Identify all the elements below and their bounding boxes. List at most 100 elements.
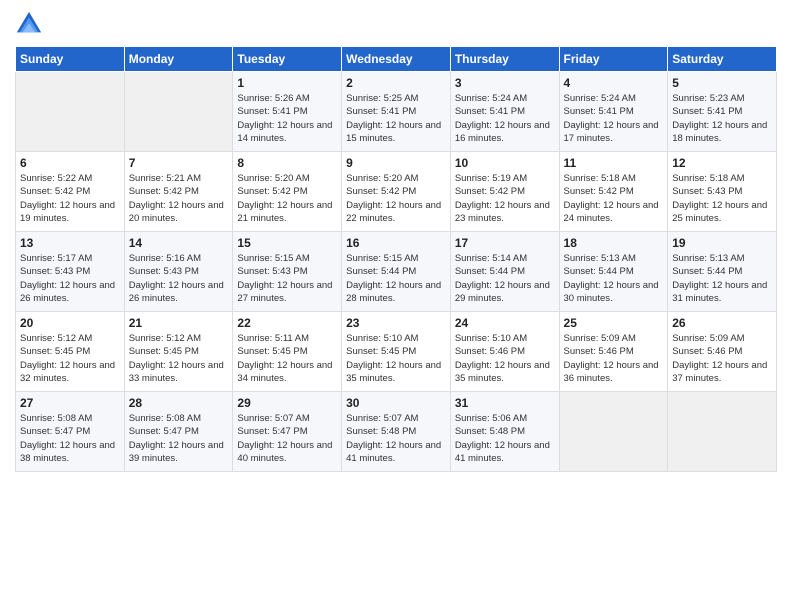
- calendar-cell: [559, 392, 668, 472]
- calendar-cell: [16, 72, 125, 152]
- day-number: 4: [564, 76, 664, 90]
- day-number: 8: [237, 156, 337, 170]
- day-number: 24: [455, 316, 555, 330]
- day-header: Sunday: [16, 47, 125, 72]
- day-info: Sunrise: 5:19 AMSunset: 5:42 PMDaylight:…: [455, 172, 555, 225]
- page-container: SundayMondayTuesdayWednesdayThursdayFrid…: [0, 0, 792, 482]
- calendar-cell: 26 Sunrise: 5:09 AMSunset: 5:46 PMDaylig…: [668, 312, 777, 392]
- day-info: Sunrise: 5:20 AMSunset: 5:42 PMDaylight:…: [346, 172, 446, 225]
- day-number: 28: [129, 396, 229, 410]
- day-number: 14: [129, 236, 229, 250]
- day-header: Thursday: [450, 47, 559, 72]
- day-info: Sunrise: 5:06 AMSunset: 5:48 PMDaylight:…: [455, 412, 555, 465]
- day-number: 22: [237, 316, 337, 330]
- day-info: Sunrise: 5:13 AMSunset: 5:44 PMDaylight:…: [564, 252, 664, 305]
- day-info: Sunrise: 5:09 AMSunset: 5:46 PMDaylight:…: [564, 332, 664, 385]
- calendar-cell: 29 Sunrise: 5:07 AMSunset: 5:47 PMDaylig…: [233, 392, 342, 472]
- calendar-cell: 21 Sunrise: 5:12 AMSunset: 5:45 PMDaylig…: [124, 312, 233, 392]
- day-info: Sunrise: 5:23 AMSunset: 5:41 PMDaylight:…: [672, 92, 772, 145]
- calendar-cell: 18 Sunrise: 5:13 AMSunset: 5:44 PMDaylig…: [559, 232, 668, 312]
- day-info: Sunrise: 5:24 AMSunset: 5:41 PMDaylight:…: [455, 92, 555, 145]
- calendar-cell: 27 Sunrise: 5:08 AMSunset: 5:47 PMDaylig…: [16, 392, 125, 472]
- day-number: 16: [346, 236, 446, 250]
- day-number: 1: [237, 76, 337, 90]
- day-number: 20: [20, 316, 120, 330]
- day-info: Sunrise: 5:08 AMSunset: 5:47 PMDaylight:…: [20, 412, 120, 465]
- calendar-cell: 24 Sunrise: 5:10 AMSunset: 5:46 PMDaylig…: [450, 312, 559, 392]
- day-info: Sunrise: 5:18 AMSunset: 5:43 PMDaylight:…: [672, 172, 772, 225]
- day-number: 18: [564, 236, 664, 250]
- day-number: 7: [129, 156, 229, 170]
- calendar-table: SundayMondayTuesdayWednesdayThursdayFrid…: [15, 46, 777, 472]
- day-number: 11: [564, 156, 664, 170]
- day-info: Sunrise: 5:13 AMSunset: 5:44 PMDaylight:…: [672, 252, 772, 305]
- day-info: Sunrise: 5:12 AMSunset: 5:45 PMDaylight:…: [20, 332, 120, 385]
- day-info: Sunrise: 5:14 AMSunset: 5:44 PMDaylight:…: [455, 252, 555, 305]
- day-info: Sunrise: 5:08 AMSunset: 5:47 PMDaylight:…: [129, 412, 229, 465]
- calendar-cell: 22 Sunrise: 5:11 AMSunset: 5:45 PMDaylig…: [233, 312, 342, 392]
- calendar-cell: 17 Sunrise: 5:14 AMSunset: 5:44 PMDaylig…: [450, 232, 559, 312]
- day-number: 19: [672, 236, 772, 250]
- calendar-cell: 25 Sunrise: 5:09 AMSunset: 5:46 PMDaylig…: [559, 312, 668, 392]
- day-info: Sunrise: 5:22 AMSunset: 5:42 PMDaylight:…: [20, 172, 120, 225]
- calendar-week: 13 Sunrise: 5:17 AMSunset: 5:43 PMDaylig…: [16, 232, 777, 312]
- day-info: Sunrise: 5:24 AMSunset: 5:41 PMDaylight:…: [564, 92, 664, 145]
- day-info: Sunrise: 5:11 AMSunset: 5:45 PMDaylight:…: [237, 332, 337, 385]
- day-info: Sunrise: 5:10 AMSunset: 5:46 PMDaylight:…: [455, 332, 555, 385]
- day-number: 30: [346, 396, 446, 410]
- calendar-cell: 8 Sunrise: 5:20 AMSunset: 5:42 PMDayligh…: [233, 152, 342, 232]
- day-number: 27: [20, 396, 120, 410]
- day-number: 29: [237, 396, 337, 410]
- calendar-week: 1 Sunrise: 5:26 AMSunset: 5:41 PMDayligh…: [16, 72, 777, 152]
- day-info: Sunrise: 5:10 AMSunset: 5:45 PMDaylight:…: [346, 332, 446, 385]
- day-number: 9: [346, 156, 446, 170]
- calendar-cell: 7 Sunrise: 5:21 AMSunset: 5:42 PMDayligh…: [124, 152, 233, 232]
- calendar-cell: [124, 72, 233, 152]
- day-info: Sunrise: 5:15 AMSunset: 5:44 PMDaylight:…: [346, 252, 446, 305]
- day-number: 15: [237, 236, 337, 250]
- day-number: 17: [455, 236, 555, 250]
- calendar-cell: 20 Sunrise: 5:12 AMSunset: 5:45 PMDaylig…: [16, 312, 125, 392]
- day-header: Saturday: [668, 47, 777, 72]
- calendar-cell: 31 Sunrise: 5:06 AMSunset: 5:48 PMDaylig…: [450, 392, 559, 472]
- day-header: Friday: [559, 47, 668, 72]
- day-header: Monday: [124, 47, 233, 72]
- day-number: 6: [20, 156, 120, 170]
- calendar-cell: 9 Sunrise: 5:20 AMSunset: 5:42 PMDayligh…: [342, 152, 451, 232]
- day-info: Sunrise: 5:16 AMSunset: 5:43 PMDaylight:…: [129, 252, 229, 305]
- header-row: SundayMondayTuesdayWednesdayThursdayFrid…: [16, 47, 777, 72]
- day-number: 2: [346, 76, 446, 90]
- day-header: Wednesday: [342, 47, 451, 72]
- calendar-cell: 6 Sunrise: 5:22 AMSunset: 5:42 PMDayligh…: [16, 152, 125, 232]
- calendar-cell: 30 Sunrise: 5:07 AMSunset: 5:48 PMDaylig…: [342, 392, 451, 472]
- calendar-cell: 4 Sunrise: 5:24 AMSunset: 5:41 PMDayligh…: [559, 72, 668, 152]
- day-number: 26: [672, 316, 772, 330]
- calendar-cell: 15 Sunrise: 5:15 AMSunset: 5:43 PMDaylig…: [233, 232, 342, 312]
- calendar-cell: 16 Sunrise: 5:15 AMSunset: 5:44 PMDaylig…: [342, 232, 451, 312]
- day-info: Sunrise: 5:25 AMSunset: 5:41 PMDaylight:…: [346, 92, 446, 145]
- day-info: Sunrise: 5:12 AMSunset: 5:45 PMDaylight:…: [129, 332, 229, 385]
- calendar-cell: 23 Sunrise: 5:10 AMSunset: 5:45 PMDaylig…: [342, 312, 451, 392]
- calendar-cell: 10 Sunrise: 5:19 AMSunset: 5:42 PMDaylig…: [450, 152, 559, 232]
- day-number: 12: [672, 156, 772, 170]
- calendar-cell: 13 Sunrise: 5:17 AMSunset: 5:43 PMDaylig…: [16, 232, 125, 312]
- day-number: 31: [455, 396, 555, 410]
- day-number: 5: [672, 76, 772, 90]
- day-info: Sunrise: 5:20 AMSunset: 5:42 PMDaylight:…: [237, 172, 337, 225]
- day-info: Sunrise: 5:07 AMSunset: 5:48 PMDaylight:…: [346, 412, 446, 465]
- calendar-week: 27 Sunrise: 5:08 AMSunset: 5:47 PMDaylig…: [16, 392, 777, 472]
- day-info: Sunrise: 5:18 AMSunset: 5:42 PMDaylight:…: [564, 172, 664, 225]
- calendar-cell: [668, 392, 777, 472]
- calendar-cell: 12 Sunrise: 5:18 AMSunset: 5:43 PMDaylig…: [668, 152, 777, 232]
- day-number: 21: [129, 316, 229, 330]
- day-info: Sunrise: 5:21 AMSunset: 5:42 PMDaylight:…: [129, 172, 229, 225]
- calendar-cell: 28 Sunrise: 5:08 AMSunset: 5:47 PMDaylig…: [124, 392, 233, 472]
- calendar-cell: 1 Sunrise: 5:26 AMSunset: 5:41 PMDayligh…: [233, 72, 342, 152]
- calendar-cell: 14 Sunrise: 5:16 AMSunset: 5:43 PMDaylig…: [124, 232, 233, 312]
- calendar-cell: 19 Sunrise: 5:13 AMSunset: 5:44 PMDaylig…: [668, 232, 777, 312]
- day-number: 3: [455, 76, 555, 90]
- day-info: Sunrise: 5:15 AMSunset: 5:43 PMDaylight:…: [237, 252, 337, 305]
- calendar-week: 6 Sunrise: 5:22 AMSunset: 5:42 PMDayligh…: [16, 152, 777, 232]
- day-info: Sunrise: 5:09 AMSunset: 5:46 PMDaylight:…: [672, 332, 772, 385]
- day-info: Sunrise: 5:17 AMSunset: 5:43 PMDaylight:…: [20, 252, 120, 305]
